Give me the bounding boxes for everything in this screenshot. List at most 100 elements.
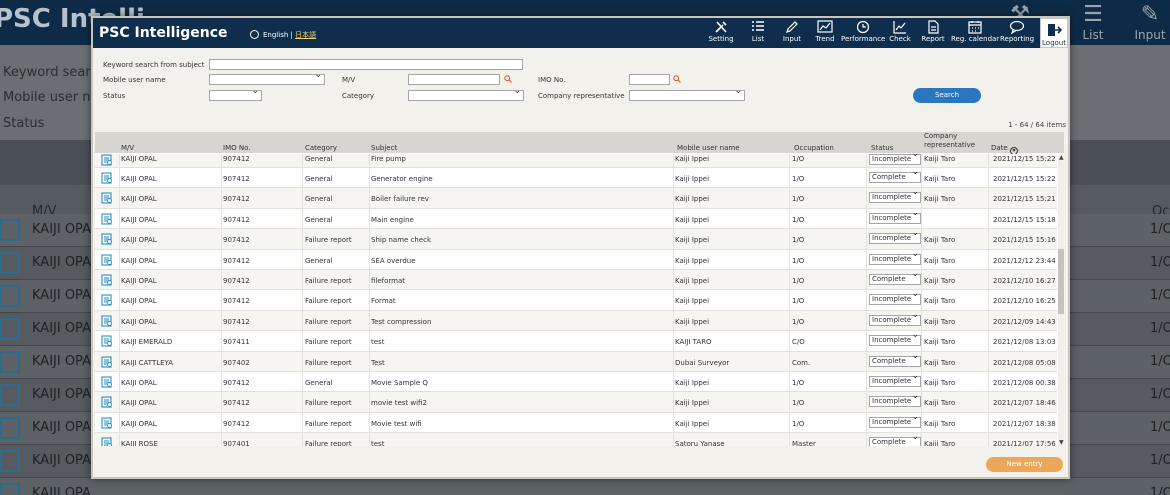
document-view-icon[interactable]	[101, 396, 113, 408]
table-row[interactable]: KAIJI OPAL 907412 Failure report Test compr…	[95, 310, 1057, 332]
toolbar-label: Logout	[1042, 39, 1066, 47]
row-status-select[interactable]: Incomplete	[869, 229, 921, 245]
lang-english[interactable]: English	[263, 31, 288, 39]
row-status-select[interactable]: Complete	[869, 168, 921, 183]
th-subject[interactable]: Subject	[371, 144, 397, 152]
row-status-select[interactable]: Incomplete	[869, 209, 921, 224]
mobile-user-select[interactable]	[209, 70, 325, 85]
table-row[interactable]: KAIJI OPAL 907412 Failure report Ship name …	[95, 229, 1057, 250]
mv-search-icon[interactable]	[504, 75, 512, 83]
toolbar-check[interactable]: Check	[885, 20, 915, 47]
row-status-select[interactable]: Incomplete	[869, 250, 921, 265]
table-row[interactable]: KAIJI OPAL 907412 General Boiler failure re…	[95, 188, 1057, 209]
status-filter-select[interactable]	[209, 86, 262, 101]
row-status-select[interactable]: Complete	[869, 270, 921, 285]
toolbar-setting[interactable]: Setting	[704, 20, 738, 47]
document-view-icon[interactable]	[101, 172, 113, 184]
document-view-icon[interactable]	[101, 274, 113, 286]
document-view-icon[interactable]	[101, 294, 113, 306]
table-row[interactable]: KAIJI OPAL 907412 General SEA overdue Kaiji …	[95, 249, 1057, 270]
company-rep-select[interactable]	[629, 86, 745, 101]
table-row[interactable]: KAIJI EMERALD 907411 Failure report test KAI…	[95, 331, 1057, 352]
document-view-icon[interactable]	[101, 254, 113, 266]
scroll-down-arrow-icon[interactable]: ▼	[1059, 439, 1064, 446]
toolbar-performance[interactable]: Performance	[841, 20, 885, 47]
table-row[interactable]: KAIJI OPAL 907412 General Generator engine K…	[95, 168, 1057, 189]
table-row[interactable]: KAIJI OPAL 907412 Failure report movie test…	[95, 392, 1057, 413]
cell-mv: KAIJI OPAL	[121, 399, 157, 408]
cell-company-rep: Kaiji Taro	[924, 277, 956, 285]
toolbar-trend[interactable]: Trend	[810, 20, 840, 47]
document-view-icon[interactable]	[101, 417, 113, 429]
column-divider	[866, 412, 867, 433]
scroll-up-arrow-icon[interactable]: ▲	[1059, 154, 1064, 161]
table-row[interactable]: KAIJI OPAL 907412 General Main engine Kaiji …	[95, 208, 1057, 230]
th-occupation[interactable]: Occupation	[794, 144, 834, 152]
row-status-select[interactable]: Incomplete	[869, 372, 921, 387]
row-status-select[interactable]: Incomplete	[869, 290, 921, 306]
document-view-icon[interactable]	[101, 356, 113, 368]
column-divider	[789, 290, 790, 310]
row-status-select[interactable]: Complete	[869, 352, 921, 367]
row-status-select[interactable]: Incomplete	[869, 150, 921, 165]
document-view-icon[interactable]	[101, 335, 113, 347]
toolbar-report[interactable]: Report	[918, 20, 948, 47]
toolbar-list[interactable]: List	[743, 20, 773, 47]
toolbar-label: Reg. calendar	[951, 35, 1000, 43]
mv-input[interactable]	[408, 74, 500, 85]
toolbar-reporting[interactable]: Reporting	[999, 20, 1035, 47]
table-row[interactable]: KAIJI ROSE 907401 Failure report test Satoru…	[95, 433, 1057, 446]
document-view-icon[interactable]	[101, 376, 113, 388]
toolbar-label: Reporting	[999, 35, 1035, 43]
document-icon	[0, 219, 20, 241]
column-divider	[921, 310, 922, 331]
column-divider	[221, 392, 222, 412]
column-divider	[921, 433, 922, 446]
row-status-select[interactable]: Incomplete	[869, 392, 921, 408]
toolbar-label: List	[751, 35, 765, 43]
lang-japanese[interactable]: 日本語	[295, 31, 316, 39]
table-scrollbar[interactable]: ▲ ▼	[1058, 154, 1064, 446]
logout-button[interactable]: Logout	[1040, 18, 1068, 48]
column-divider	[221, 412, 222, 433]
row-status-select[interactable]: Incomplete	[869, 413, 921, 428]
table-row[interactable]: KAIJI OPAL 907412 Failure report Movie test…	[95, 412, 1057, 434]
document-view-icon[interactable]	[101, 154, 113, 166]
column-divider	[921, 270, 922, 290]
imo-input[interactable]	[629, 74, 670, 85]
th-mobile-user[interactable]: Mobile user name	[677, 144, 740, 152]
document-view-icon[interactable]	[101, 192, 113, 204]
row-status-select[interactable]: Incomplete	[869, 188, 921, 204]
table-row[interactable]: KAIJI OPAL 907412 General Movie Sample Q Kai…	[95, 372, 1057, 393]
column-divider	[221, 433, 222, 446]
search-button[interactable]: Search	[913, 88, 981, 103]
th-company-rep[interactable]: Company representative	[924, 132, 975, 150]
th-mv[interactable]: M/V	[121, 144, 134, 152]
toolbar-reg-calendar[interactable]: Reg. calendar	[951, 20, 999, 47]
table-row[interactable]: KAIJI CATTLEYA 907402 Failure report Test Du…	[95, 351, 1057, 372]
list-icon: ☰	[1083, 2, 1103, 27]
table-row[interactable]: KAIJI OPAL 907412 General Fire pump Kaiji Ip…	[95, 150, 1057, 168]
scroll-thumb[interactable]	[1058, 249, 1064, 314]
column-divider	[119, 270, 120, 290]
document-view-icon[interactable]	[101, 233, 113, 245]
table-row[interactable]: KAIJI OPAL 907412 Failure report Format Kaij…	[95, 290, 1057, 311]
document-view-icon[interactable]	[101, 315, 113, 327]
keyword-search-input[interactable]	[209, 59, 523, 70]
document-view-icon[interactable]	[101, 213, 113, 225]
document-view-icon[interactable]	[101, 437, 113, 446]
category-select[interactable]	[408, 86, 524, 101]
cell-mobile-user: Kaiji Ippei	[675, 317, 710, 326]
column-divider	[789, 372, 790, 392]
table-row[interactable]: KAIJI OPAL 907412 Failure report fileformat…	[95, 270, 1057, 291]
th-imo[interactable]: IMO No.	[223, 144, 250, 152]
row-status-select[interactable]: Incomplete	[869, 331, 921, 347]
new-entry-button[interactable]: New entry	[986, 457, 1063, 472]
toolbar-input[interactable]: Input	[777, 20, 807, 47]
th-status[interactable]: Status	[871, 144, 893, 152]
row-status-select[interactable]: Incomplete	[869, 311, 921, 326]
imo-search-icon[interactable]	[673, 75, 681, 83]
cell-imo: 907401	[223, 440, 250, 446]
th-category[interactable]: Category	[305, 144, 337, 152]
row-status-select[interactable]: Complete	[869, 433, 921, 446]
